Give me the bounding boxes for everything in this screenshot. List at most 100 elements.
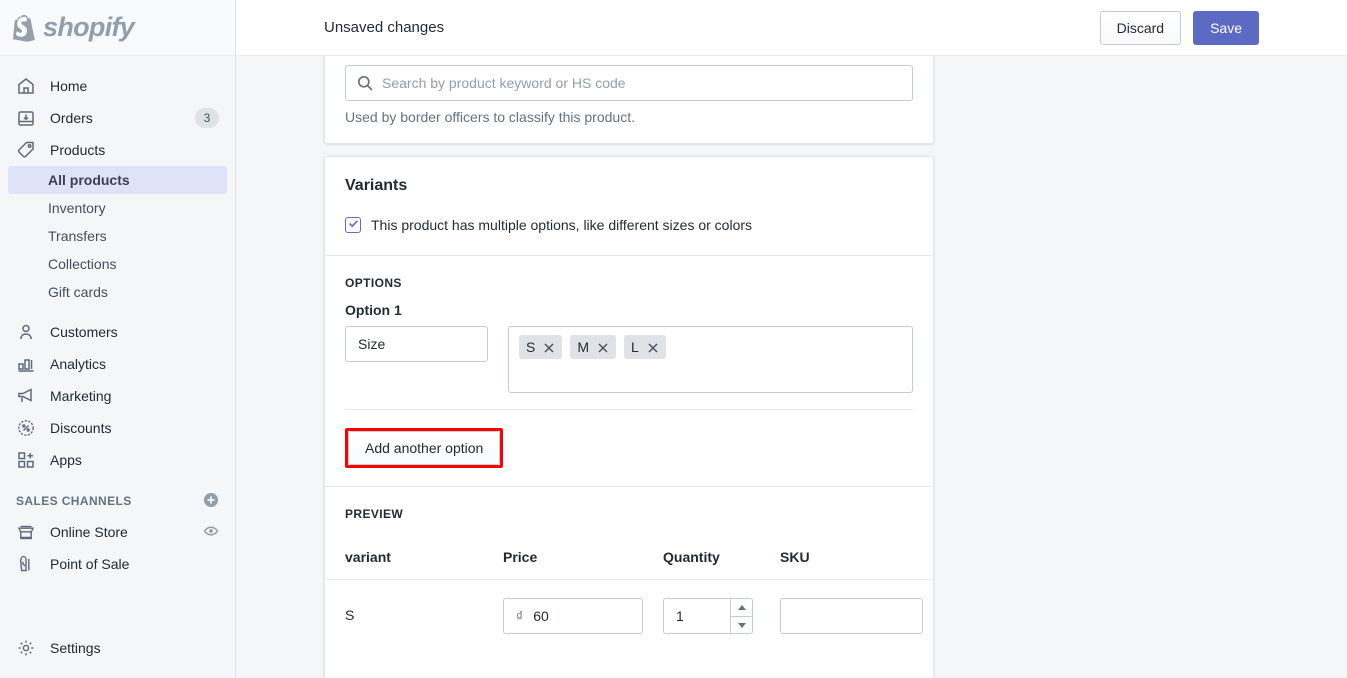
table-header-row: variant Price Quantity SKU	[325, 521, 933, 579]
sidebar-nav: Home Orders 3 Products All products Inve…	[0, 56, 235, 580]
sidebar-item-label: Settings	[50, 640, 101, 656]
sidebar-item-label: Point of Sale	[50, 556, 130, 572]
multiple-options-checkbox-label: This product has multiple options, like …	[371, 217, 753, 233]
close-x-icon[interactable]	[543, 341, 555, 353]
add-option-highlight: Add another option	[345, 428, 504, 468]
plus-circle-icon[interactable]	[203, 492, 219, 511]
sidebar-item-transfers[interactable]: Transfers	[8, 222, 227, 250]
sidebar-item-marketing[interactable]: Marketing	[8, 380, 227, 412]
sidebar-item-online-store[interactable]: Online Store	[8, 516, 227, 548]
close-x-icon[interactable]	[597, 341, 609, 353]
sidebar-item-label: Marketing	[50, 388, 112, 404]
save-button[interactable]: Save	[1193, 10, 1259, 45]
quantity-value[interactable]: 1	[664, 599, 730, 633]
close-x-icon[interactable]	[647, 341, 659, 353]
sidebar-item-collections[interactable]: Collections	[8, 250, 227, 278]
sidebar-item-label: Customers	[50, 324, 118, 340]
option-value-label: M	[577, 339, 590, 355]
search-icon	[356, 74, 374, 92]
variants-card: Variants This product has multiple optio…	[324, 156, 934, 678]
option-1-values-tagbox[interactable]: S M L	[508, 326, 913, 393]
sidebar-item-label: Products	[50, 142, 106, 158]
sidebar-item-label: Orders	[50, 110, 93, 126]
sidebar-item-inventory[interactable]: Inventory	[8, 194, 227, 222]
sidebar-item-orders[interactable]: Orders 3	[8, 102, 227, 134]
hs-code-card-body: Used by border officers to classify this…	[325, 56, 933, 145]
sidebar-item-analytics[interactable]: Analytics	[8, 348, 227, 380]
option-1-name-input[interactable]	[345, 326, 488, 362]
sidebar-item-point-of-sale[interactable]: Point of Sale	[8, 548, 227, 580]
sidebar-item-customers[interactable]: Customers	[8, 316, 227, 348]
unsaved-changes-title: Unsaved changes	[324, 19, 445, 36]
caret-down-icon	[737, 622, 746, 628]
cell-price: ₫ 60	[503, 598, 663, 634]
column-header-sku: SKU	[780, 549, 810, 565]
hs-code-search-wrap	[345, 65, 913, 101]
option-value-tag[interactable]: S	[519, 335, 563, 359]
quantity-increment-button[interactable]	[731, 599, 752, 616]
option-1-row: S M	[345, 326, 913, 393]
add-option-section: Add another option	[325, 410, 933, 486]
column-header-quantity: Quantity	[663, 549, 720, 565]
sidebar: shopify Home Orders 3 Products All produ…	[0, 0, 236, 678]
option-value-label: S	[526, 339, 536, 355]
discard-button[interactable]: Discard	[1099, 10, 1182, 45]
discounts-percent-badge-icon	[16, 418, 36, 438]
home-icon	[16, 76, 36, 96]
option-value-label: L	[631, 339, 639, 355]
sidebar-item-products[interactable]: Products	[8, 134, 227, 166]
variant-name: S	[345, 607, 355, 623]
sales-channels-label: SALES CHANNELS	[16, 494, 132, 508]
sidebar-item-settings[interactable]: Settings	[8, 632, 227, 664]
option-1-label: Option 1	[345, 302, 402, 318]
price-input[interactable]: ₫ 60	[503, 598, 643, 634]
hs-code-card: Used by border officers to classify this…	[324, 56, 934, 144]
hs-code-help-text: Used by border officers to classify this…	[345, 109, 635, 125]
option-value-tag[interactable]: L	[624, 335, 666, 359]
column-header-variant: variant	[345, 549, 391, 565]
table-row: S ₫ 60 1	[325, 580, 933, 652]
preview-section-header: PREVIEW	[325, 487, 933, 521]
quantity-decrement-button[interactable]	[731, 616, 752, 633]
sidebar-item-gift-cards[interactable]: Gift cards	[8, 278, 227, 306]
marketing-megaphone-icon	[16, 386, 36, 406]
sidebar-subitem-label: Transfers	[48, 228, 107, 244]
sidebar-item-home[interactable]: Home	[8, 70, 227, 102]
sidebar-item-label: Online Store	[50, 524, 128, 540]
sidebar-subitem-label: Collections	[48, 256, 117, 272]
sidebar-subitem-label: All products	[48, 172, 130, 188]
sales-channels-header: SALES CHANNELS	[8, 486, 227, 516]
options-section: OPTIONS Option 1 Size S M L	[325, 256, 933, 409]
content-scroll-area: Used by border officers to classify this…	[236, 56, 1347, 678]
orders-count-badge: 3	[195, 108, 219, 128]
add-another-option-button[interactable]: Add another option	[348, 431, 501, 465]
option-value-tag[interactable]: M	[570, 335, 617, 359]
option-1-name-wrap	[345, 326, 488, 362]
multiple-options-checkbox-row[interactable]: This product has multiple options, like …	[345, 217, 913, 233]
sidebar-settings-block: Settings	[0, 632, 235, 664]
multiple-options-checkbox[interactable]	[345, 217, 361, 233]
cell-quantity: 1	[663, 598, 780, 634]
sidebar-logo[interactable]: shopify	[0, 0, 235, 56]
hs-code-search-input[interactable]	[345, 65, 913, 101]
sidebar-item-apps[interactable]: Apps	[8, 444, 227, 476]
preview-heading: PREVIEW	[345, 507, 404, 521]
sidebar-item-all-products[interactable]: All products	[8, 166, 227, 194]
orders-inbox-icon	[16, 108, 36, 128]
brand-name: shopify	[43, 12, 135, 42]
analytics-bar-chart-icon	[16, 354, 36, 374]
variants-title: Variants	[345, 177, 408, 194]
gear-icon	[16, 638, 36, 658]
quantity-stepper[interactable]: 1	[663, 598, 753, 634]
caret-up-icon	[737, 605, 746, 610]
eye-icon[interactable]	[203, 523, 219, 542]
sku-input[interactable]	[780, 598, 923, 634]
point-of-sale-icon	[16, 554, 36, 574]
variants-preview-table: variant Price Quantity SKU S ₫ 60 1	[325, 521, 933, 652]
sidebar-subitem-label: Gift cards	[48, 284, 108, 300]
shopify-bag-logo-icon	[10, 13, 38, 43]
sidebar-item-discounts[interactable]: Discounts	[8, 412, 227, 444]
options-heading: OPTIONS	[345, 276, 402, 290]
